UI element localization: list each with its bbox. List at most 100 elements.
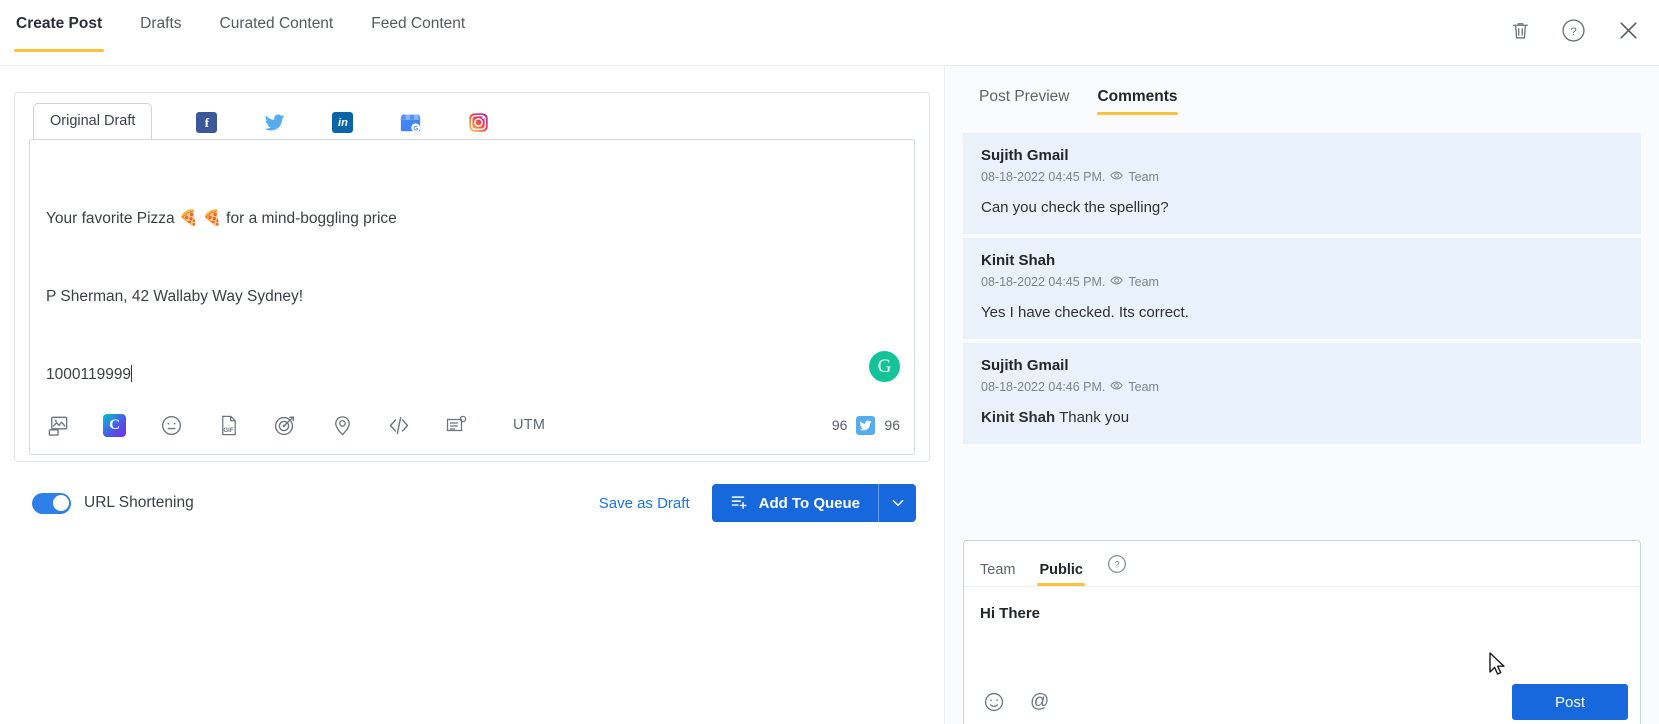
comment-item[interactable]: Sujith Gmail 08-18-2022 04:46 PM. Team K… [963, 343, 1641, 444]
comments-list: Sujith Gmail 08-18-2022 04:45 PM. Team C… [963, 133, 1641, 444]
canva-label: C [109, 416, 120, 433]
twitter-icon[interactable] [264, 112, 285, 133]
comment-timestamp: 08-18-2022 04:45 PM. [981, 275, 1106, 289]
emoji-icon[interactable] [982, 690, 1006, 714]
post-comment-label: Post [1554, 693, 1585, 711]
add-to-queue-group: Add To Queue [711, 484, 916, 522]
svg-text:GIF: GIF [223, 427, 234, 434]
post-content: Your favorite Pizza 🍕 🍕 for a mind-boggl… [30, 140, 914, 440]
svg-text:G: G [414, 125, 419, 132]
channel-tab-bar: Original Draft f in G [15, 93, 929, 140]
nav-tab-curated-content-label: Curated Content [219, 14, 334, 32]
comment-text: Thank you [1055, 409, 1130, 426]
tab-comments-label: Comments [1097, 88, 1178, 105]
add-to-queue-label: Add To Queue [758, 494, 860, 512]
url-shortening-label: URL Shortening [84, 494, 194, 511]
post-content-line-3: 1000119999 [46, 362, 898, 388]
editor-toolbar: C GIF UTM 96 96 [30, 396, 914, 454]
visibility-eye-icon [1110, 274, 1124, 290]
delete-icon[interactable] [1510, 20, 1531, 41]
nav-tab-create-post[interactable]: Create Post [14, 0, 105, 65]
grammarly-icon[interactable]: G [869, 351, 900, 382]
mention-glyph: @ [1030, 691, 1050, 712]
save-as-draft-button[interactable]: Save as Draft [599, 495, 690, 512]
editor-action-row: URL Shortening Save as Draft Add To Queu… [14, 484, 930, 522]
facebook-icon[interactable]: f [196, 112, 218, 133]
comment-meta: 08-18-2022 04:46 PM. Team [981, 379, 1623, 395]
tab-original-draft[interactable]: Original Draft [33, 103, 153, 140]
nav-tab-feed-content[interactable]: Feed Content [369, 0, 467, 65]
tab-original-draft-label: Original Draft [50, 113, 136, 129]
add-to-queue-dropdown[interactable] [878, 484, 916, 522]
tab-comments[interactable]: Comments [1097, 88, 1178, 115]
nav-tab-drafts-label: Drafts [140, 14, 182, 32]
comment-composer: Team Public ? Hi There @ Post [963, 540, 1641, 724]
visibility-eye-icon [1110, 169, 1124, 185]
add-to-queue-button[interactable]: Add To Queue [711, 484, 878, 522]
post-editor-card: Original Draft f in G Your favorite Pizz… [14, 92, 930, 462]
svg-text:?: ? [1114, 560, 1119, 570]
instagram-icon[interactable] [468, 112, 489, 133]
code-icon[interactable] [387, 413, 411, 437]
comment-body: Kinit Shah Thank you [981, 408, 1623, 428]
post-textarea[interactable]: Your favorite Pizza 🍕 🍕 for a mind-boggl… [29, 139, 915, 455]
comment-visibility: Team [1128, 170, 1159, 184]
location-icon[interactable] [330, 413, 354, 437]
comment-author: Kinit Shah [981, 252, 1056, 269]
composer-tab-team-label: Team [980, 562, 1016, 578]
post-content-line-2: P Sherman, 42 Wallaby Way Sydney! [46, 288, 304, 305]
comment-text: Can you check the spelling? [981, 199, 1169, 216]
mention-icon[interactable]: @ [1030, 691, 1049, 713]
comment-visibility: Team [1128, 380, 1159, 394]
queue-icon [730, 492, 749, 515]
top-nav-actions: ? [1510, 18, 1641, 43]
composer-input[interactable]: Hi There [964, 587, 1640, 622]
close-icon[interactable] [1616, 18, 1641, 43]
target-icon[interactable] [273, 413, 297, 437]
main-content: Original Draft f in G Your favorite Pizz… [0, 66, 1659, 724]
twitter-count-icon [856, 415, 876, 435]
comment-timestamp: 08-18-2022 04:46 PM. [981, 380, 1106, 394]
composer-tab-public-label: Public [1039, 562, 1083, 578]
comment-author: Sujith Gmail [981, 147, 1069, 164]
post-content-line-3-text: 1000119999 [46, 366, 132, 383]
google-business-icon[interactable]: G [400, 112, 421, 133]
top-nav-tabs: Create Post Drafts Curated Content Feed … [0, 0, 467, 65]
composer-footer: @ Post [964, 673, 1640, 724]
editor-primary-actions: Save as Draft Add To Queue [599, 484, 916, 522]
gif-icon[interactable]: GIF [216, 413, 240, 437]
nav-tab-create-post-label: Create Post [16, 14, 103, 32]
composer-tab-team[interactable]: Team [980, 562, 1015, 586]
top-navigation-bar: Create Post Drafts Curated Content Feed … [0, 0, 1659, 66]
comment-item[interactable]: Kinit Shah 08-18-2022 04:45 PM. Team Yes… [963, 238, 1641, 339]
nav-tab-feed-content-label: Feed Content [371, 14, 466, 32]
image-upload-icon[interactable] [46, 413, 70, 437]
composer-tabs: Team Public ? [964, 541, 1640, 587]
comment-body: Yes I have checked. Its correct. [981, 303, 1623, 323]
editor-toolbar-icons: C GIF UTM [46, 413, 545, 437]
composer-help-icon[interactable]: ? [1107, 554, 1127, 579]
channel-icons: f in G [152, 112, 489, 139]
svg-text:?: ? [1570, 26, 1576, 38]
emoji-icon[interactable] [159, 413, 183, 437]
comment-item[interactable]: Sujith Gmail 08-18-2022 04:45 PM. Team C… [963, 133, 1641, 234]
nav-tab-drafts[interactable]: Drafts [138, 0, 183, 65]
nav-tab-curated-content[interactable]: Curated Content [218, 0, 336, 65]
comment-meta: 08-18-2022 04:45 PM. Team [981, 169, 1623, 185]
utm-button[interactable]: UTM [513, 417, 545, 433]
comment-body: Can you check the spelling? [981, 198, 1623, 218]
post-editor-column: Original Draft f in G Your favorite Pizz… [0, 66, 944, 724]
linkedin-icon[interactable]: in [332, 112, 354, 133]
url-shortening-toggle[interactable] [32, 492, 71, 514]
text-caret [131, 365, 133, 382]
help-icon[interactable]: ? [1561, 18, 1586, 43]
grammarly-label: G [877, 355, 892, 377]
tab-post-preview[interactable]: Post Preview [979, 88, 1069, 115]
canva-icon[interactable]: C [103, 413, 126, 437]
tab-post-preview-label: Post Preview [979, 88, 1070, 105]
comment-timestamp: 08-18-2022 04:45 PM. [981, 170, 1106, 184]
post-content-line-1: Your favorite Pizza 🍕 🍕 for a mind-boggl… [46, 210, 397, 227]
note-icon[interactable] [444, 413, 468, 437]
composer-tab-public[interactable]: Public [1037, 562, 1085, 586]
post-comment-button[interactable]: Post [1512, 684, 1628, 720]
